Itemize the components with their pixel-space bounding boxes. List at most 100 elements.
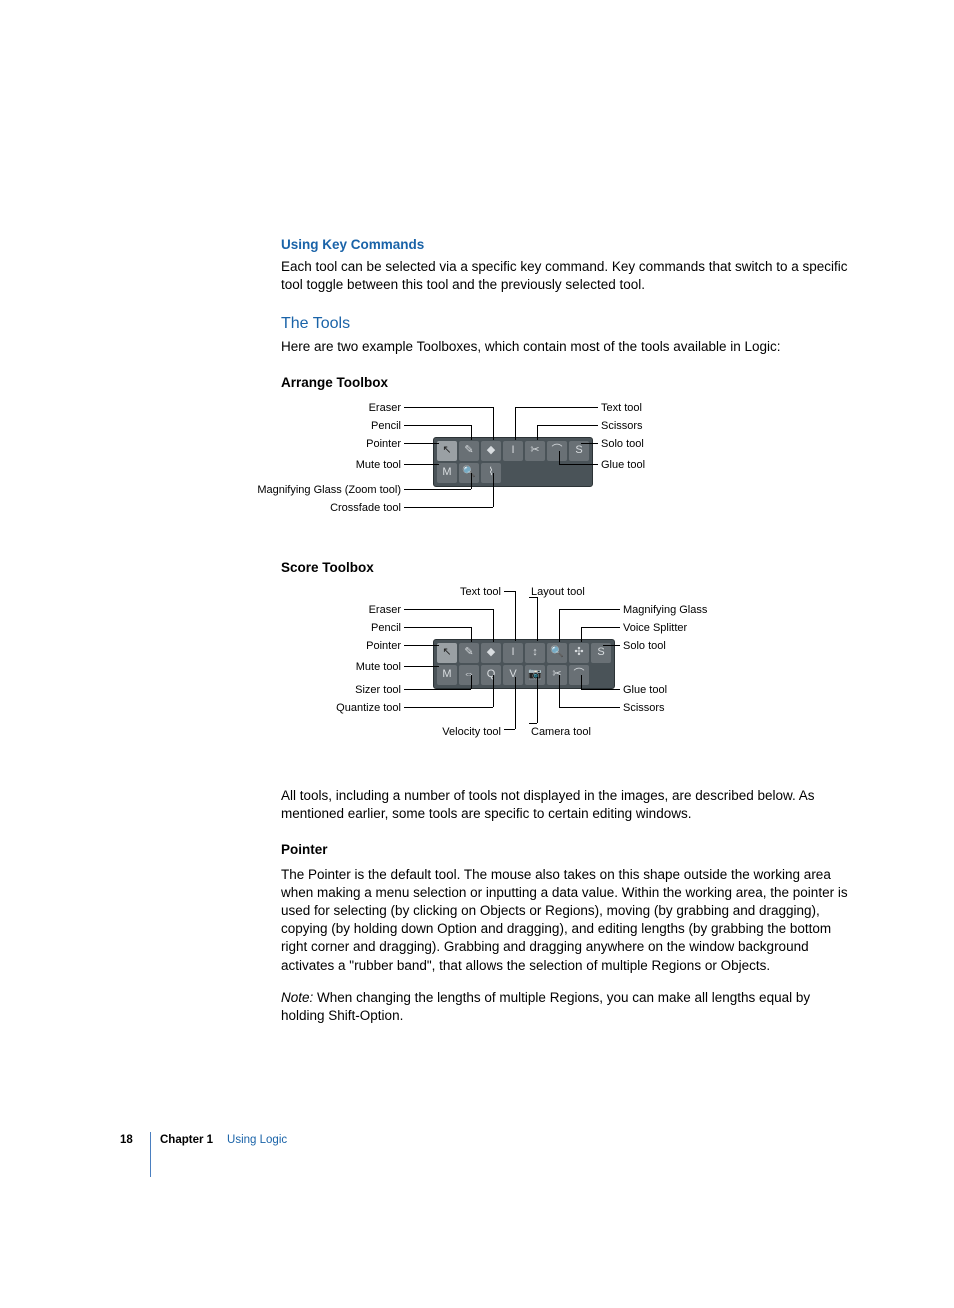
page-content: Using Key Commands Each tool can be sele… xyxy=(281,236,851,1029)
leader-line xyxy=(559,451,560,464)
leader-line xyxy=(493,407,494,440)
leader-line xyxy=(404,443,439,444)
label-sizer: Sizer tool xyxy=(281,683,401,698)
leader-line xyxy=(581,675,582,689)
empty-cell xyxy=(525,463,545,483)
leader-line xyxy=(537,425,598,426)
mute-tool-icon[interactable]: M xyxy=(437,463,457,483)
empty-cell xyxy=(569,463,589,483)
camera-tool-icon[interactable]: 📷 xyxy=(525,665,545,685)
leader-line xyxy=(493,609,494,642)
label-mute: Mute tool xyxy=(281,660,401,675)
heading-tools: The Tools xyxy=(281,313,851,335)
label-mute: Mute tool xyxy=(281,458,401,473)
subheading-key-commands: Using Key Commands xyxy=(281,236,851,254)
heading-arrange-toolbox: Arrange Toolbox xyxy=(281,374,851,392)
empty-cell xyxy=(547,463,567,483)
voice-splitter-icon[interactable]: ✣ xyxy=(569,643,589,663)
leader-line xyxy=(529,723,537,724)
leader-line xyxy=(471,627,472,642)
velocity-tool-icon[interactable]: V xyxy=(503,665,523,685)
pencil-tool-icon[interactable]: ✎ xyxy=(459,643,479,663)
leader-line xyxy=(515,677,516,729)
solo-tool-icon[interactable]: S xyxy=(569,441,589,461)
mute-tool-icon[interactable]: M xyxy=(437,665,457,685)
heading-pointer: Pointer xyxy=(281,841,851,859)
leader-line xyxy=(404,645,439,646)
scissors-tool-icon[interactable]: ✂ xyxy=(547,665,567,685)
label-scissors: Scissors xyxy=(601,419,643,434)
leader-line xyxy=(471,425,472,440)
eraser-tool-icon[interactable]: ◆ xyxy=(481,441,501,461)
label-scissors: Scissors xyxy=(623,701,665,716)
page-number: 18 xyxy=(120,1133,160,1149)
page-footer: 18 Chapter 1 Using Logic xyxy=(120,1133,850,1149)
leader-line xyxy=(404,707,493,708)
solo-tool-icon[interactable]: S xyxy=(591,643,611,663)
text-tool-icon[interactable]: I xyxy=(503,441,523,461)
arrange-toolbox-diagram: ↖ ✎ ◆ I ✂ ⌒ S M 🔍 ⌇ xyxy=(281,401,851,541)
chapter-label: Chapter 1 xyxy=(160,1133,213,1149)
score-toolbox: ↖ ✎ ◆ I ↕ 🔍 ✣ S M ⇔ Q V 📷 ✂ ⌒ xyxy=(433,639,615,689)
leader-line xyxy=(581,689,620,690)
label-eraser: Eraser xyxy=(281,401,401,416)
leader-line xyxy=(404,407,493,408)
label-pointer: Pointer xyxy=(281,639,401,654)
leader-line xyxy=(404,464,439,465)
leader-line xyxy=(529,597,537,598)
label-glue: Glue tool xyxy=(623,683,667,698)
leader-line xyxy=(515,407,516,440)
label-velocity: Velocity tool xyxy=(411,725,501,740)
leader-line xyxy=(581,443,598,444)
label-text-tool: Text tool xyxy=(421,585,501,600)
leader-line xyxy=(404,689,471,690)
leader-line xyxy=(471,675,472,689)
label-pencil: Pencil xyxy=(281,621,401,636)
label-glue: Glue tool xyxy=(601,458,645,473)
leader-line xyxy=(515,591,516,641)
leader-line xyxy=(404,609,493,610)
leader-line xyxy=(559,609,620,610)
para-all-tools: All tools, including a number of tools n… xyxy=(281,787,851,823)
label-voice-splitter: Voice Splitter xyxy=(623,621,687,636)
chapter-title: Using Logic xyxy=(227,1133,287,1149)
label-solo: Solo tool xyxy=(601,437,644,452)
leader-line xyxy=(559,707,620,708)
leader-line xyxy=(537,597,538,641)
page: Using Key Commands Each tool can be sele… xyxy=(0,0,954,1308)
empty-cell xyxy=(503,463,523,483)
scissors-tool-icon[interactable]: ✂ xyxy=(525,441,545,461)
leader-line xyxy=(404,666,439,667)
leader-line xyxy=(493,473,494,507)
label-magnifying: Magnifying Glass xyxy=(623,603,707,618)
layout-tool-icon[interactable]: ↕ xyxy=(525,643,545,663)
leader-line xyxy=(504,729,515,730)
glue-tool-icon[interactable]: ⌒ xyxy=(547,441,567,461)
sizer-tool-icon[interactable]: ⇔ xyxy=(459,665,479,685)
text-tool-icon[interactable]: I xyxy=(503,643,523,663)
leader-line xyxy=(603,645,620,646)
crossfade-tool-icon[interactable]: ⌇ xyxy=(481,463,501,483)
eraser-tool-icon[interactable]: ◆ xyxy=(481,643,501,663)
label-solo: Solo tool xyxy=(623,639,666,654)
leader-line xyxy=(404,507,493,508)
leader-line xyxy=(404,627,471,628)
pointer-tool-icon[interactable]: ↖ xyxy=(437,643,457,663)
zoom-tool-icon[interactable]: 🔍 xyxy=(547,643,567,663)
note-text: When changing the lengths of multiple Re… xyxy=(281,990,810,1023)
quantize-tool-icon[interactable]: Q xyxy=(481,665,501,685)
glue-tool-icon[interactable]: ⌒ xyxy=(569,665,589,685)
leader-line xyxy=(515,407,598,408)
pencil-tool-icon[interactable]: ✎ xyxy=(459,441,479,461)
leader-line xyxy=(581,627,620,628)
score-toolbox-diagram: ↖ ✎ ◆ I ↕ 🔍 ✣ S M ⇔ Q V 📷 ✂ ⌒ xyxy=(281,585,851,765)
leader-line xyxy=(404,489,471,490)
heading-score-toolbox: Score Toolbox xyxy=(281,559,851,577)
leader-line xyxy=(559,609,560,642)
leader-line xyxy=(559,464,598,465)
label-zoom: Magnifying Glass (Zoom tool) xyxy=(251,483,401,498)
leader-line xyxy=(581,627,582,642)
pointer-tool-icon[interactable]: ↖ xyxy=(437,441,457,461)
zoom-tool-icon[interactable]: 🔍 xyxy=(459,463,479,483)
para-key-commands: Each tool can be selected via a specific… xyxy=(281,258,851,294)
